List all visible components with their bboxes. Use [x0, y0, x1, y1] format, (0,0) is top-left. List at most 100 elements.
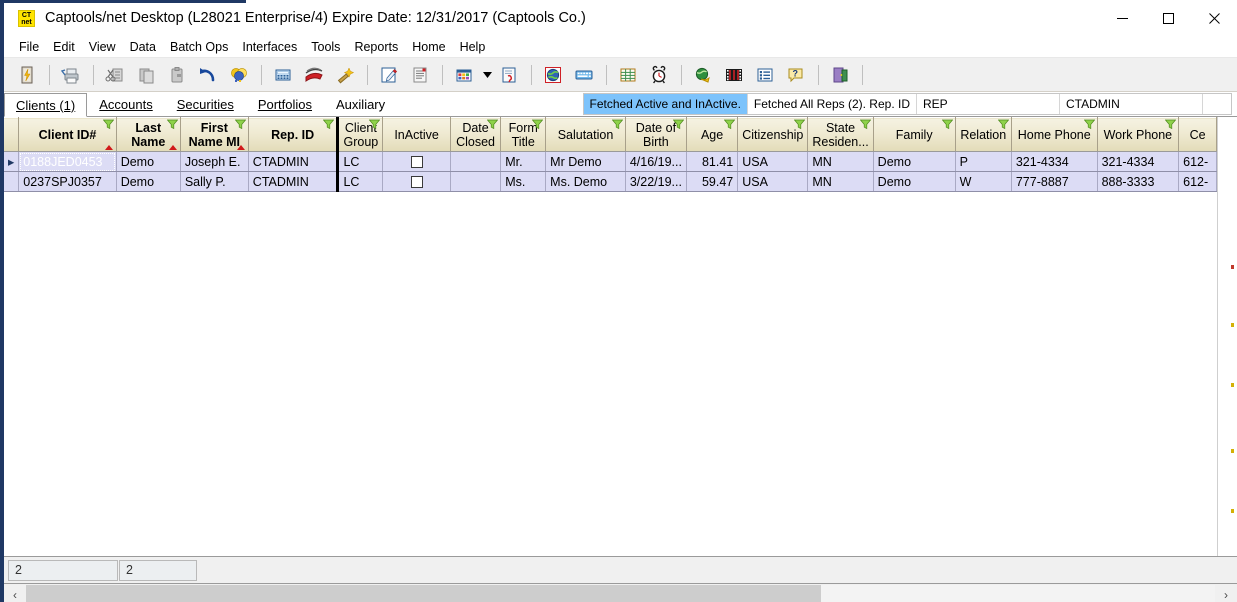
cell-date_birth[interactable]: 4/16/19... [625, 152, 686, 172]
scroll-right-button[interactable]: › [1215, 585, 1237, 602]
globe-button[interactable] [538, 61, 568, 89]
column-header-client_id[interactable]: Client ID# [19, 118, 116, 152]
column-header-inactive[interactable]: InActive [383, 118, 450, 152]
cell-client_id[interactable]: 0237SPJ0357 [19, 172, 116, 192]
menu-item-interfaces[interactable]: Interfaces [235, 38, 304, 56]
cell-age[interactable]: 59.47 [686, 172, 737, 192]
menu-item-batch-ops[interactable]: Batch Ops [163, 38, 235, 56]
cell-last_name[interactable]: Demo [116, 152, 180, 172]
fetch-rep-value[interactable]: CTADMIN [1060, 94, 1203, 114]
menu-item-help[interactable]: Help [453, 38, 493, 56]
minimize-button[interactable] [1099, 0, 1145, 36]
cell-family[interactable]: Demo [873, 172, 955, 192]
menu-item-tools[interactable]: Tools [304, 38, 347, 56]
column-header-relation[interactable]: Relation [955, 118, 1011, 152]
menu-item-view[interactable]: View [82, 38, 123, 56]
exit-door-button[interactable] [825, 61, 855, 89]
cell-age[interactable]: 81.41 [686, 152, 737, 172]
column-header-state_res[interactable]: State Residen... [808, 118, 873, 152]
cell-home_phone[interactable]: 777-8887 [1011, 172, 1097, 192]
cell-citizenship[interactable]: USA [738, 172, 808, 192]
vertical-scrollbar[interactable] [1217, 117, 1237, 556]
horizontal-scrollbar-thumb[interactable] [26, 585, 821, 602]
cell-form_title[interactable]: Mr. [501, 152, 546, 172]
column-header-first_name[interactable]: First Name MI [180, 118, 248, 152]
cell-work_phone[interactable]: 321-4334 [1097, 152, 1179, 172]
files-stack-button[interactable] [299, 61, 329, 89]
internet-publish-button[interactable] [688, 61, 718, 89]
lightning-document-button[interactable] [12, 61, 42, 89]
column-header-form_title[interactable]: Form Title [501, 118, 546, 152]
vertical-scrollbar-thumb[interactable] [1220, 197, 1235, 223]
table-row[interactable]: 0237SPJ0357DemoSally P.CTADMINLCMs.Ms. D… [4, 172, 1217, 192]
inactive-checkbox[interactable] [411, 156, 423, 168]
undo-button[interactable] [193, 61, 223, 89]
fetch-status-text[interactable]: Fetched Active and InActive. [584, 94, 748, 114]
print-button[interactable] [56, 61, 86, 89]
cell-relation[interactable]: W [955, 172, 1011, 192]
column-header-salutation[interactable]: Salutation [546, 118, 626, 152]
menu-item-home[interactable]: Home [405, 38, 452, 56]
column-header-citizenship[interactable]: Citizenship [738, 118, 808, 152]
cell-inactive[interactable] [383, 152, 450, 172]
maximize-button[interactable] [1145, 0, 1191, 36]
cell-client_group[interactable]: LC [338, 172, 383, 192]
fetch-extra-cell[interactable] [1203, 94, 1231, 114]
document-properties-button[interactable] [494, 61, 524, 89]
column-header-home_phone[interactable]: Home Phone [1011, 118, 1097, 152]
cell-first_name[interactable]: Sally P. [180, 172, 248, 192]
column-header-cell_phone[interactable]: Ce [1179, 118, 1217, 152]
cell-rep_id[interactable]: CTADMIN [248, 172, 338, 192]
cell-citizenship[interactable]: USA [738, 152, 808, 172]
tab-securities[interactable]: Securities [165, 92, 246, 116]
help-button[interactable]: ? [781, 61, 811, 89]
table-row[interactable]: ▸0188JED0453DemoJoseph E.CTADMINLCMr.Mr … [4, 152, 1217, 172]
totals-cell-secondary[interactable]: 2 [119, 560, 197, 581]
menu-item-reports[interactable]: Reports [347, 38, 405, 56]
cell-client_id[interactable]: 0188JED0453 [19, 152, 116, 172]
tab-accounts[interactable]: Accounts [87, 92, 164, 116]
column-header-family[interactable]: Family [873, 118, 955, 152]
calculator-button[interactable] [268, 61, 298, 89]
close-button[interactable] [1191, 0, 1237, 36]
menu-item-data[interactable]: Data [123, 38, 163, 56]
cell-last_name[interactable]: Demo [116, 172, 180, 192]
filmstrip-button[interactable] [719, 61, 749, 89]
tab-auxiliary[interactable]: Auxiliary [324, 92, 397, 116]
cell-form_title[interactable]: Ms. [501, 172, 546, 192]
column-header-last_name[interactable]: Last Name [116, 118, 180, 152]
copy-button[interactable] [131, 61, 161, 89]
column-header-rep_id[interactable]: Rep. ID [248, 118, 338, 152]
cell-date_closed[interactable] [450, 152, 500, 172]
cell-salutation[interactable]: Mr Demo [546, 152, 626, 172]
menu-item-file[interactable]: File [12, 38, 46, 56]
report-button[interactable] [405, 61, 435, 89]
cell-state_res[interactable]: MN [808, 172, 873, 192]
cell-client_group[interactable]: LC [338, 152, 383, 172]
paste-button[interactable] [162, 61, 192, 89]
fetch-reps-text[interactable]: Fetched All Reps (2). Rep. ID [748, 94, 917, 114]
alarm-clock-button[interactable] [644, 61, 674, 89]
list-view-button[interactable] [750, 61, 780, 89]
grid-view-button[interactable] [449, 61, 479, 89]
column-header-work_phone[interactable]: Work Phone [1097, 118, 1179, 152]
cell-date_closed[interactable] [450, 172, 500, 192]
cell-home_phone[interactable]: 321-4334 [1011, 152, 1097, 172]
row-indicator[interactable]: ▸ [4, 152, 19, 172]
cell-salutation[interactable]: Ms. Demo [546, 172, 626, 192]
cell-rep_id[interactable]: CTADMIN [248, 152, 338, 172]
scroll-left-button[interactable]: ‹ [4, 585, 26, 602]
cell-cell_phone[interactable]: 612- [1179, 152, 1217, 172]
grid-view-dropdown-button[interactable] [480, 61, 494, 89]
horizontal-scrollbar[interactable]: ‹ › [4, 584, 1237, 602]
cut-button[interactable] [100, 61, 130, 89]
cell-first_name[interactable]: Joseph E. [180, 152, 248, 172]
column-header-age[interactable]: Age [686, 118, 737, 152]
edit-note-button[interactable] [374, 61, 404, 89]
cell-inactive[interactable] [383, 172, 450, 192]
column-header-client_group[interactable]: Client Group [338, 118, 383, 152]
cell-work_phone[interactable]: 888-3333 [1097, 172, 1179, 192]
cell-date_birth[interactable]: 3/22/19... [625, 172, 686, 192]
cell-family[interactable]: Demo [873, 152, 955, 172]
inactive-checkbox[interactable] [411, 176, 423, 188]
